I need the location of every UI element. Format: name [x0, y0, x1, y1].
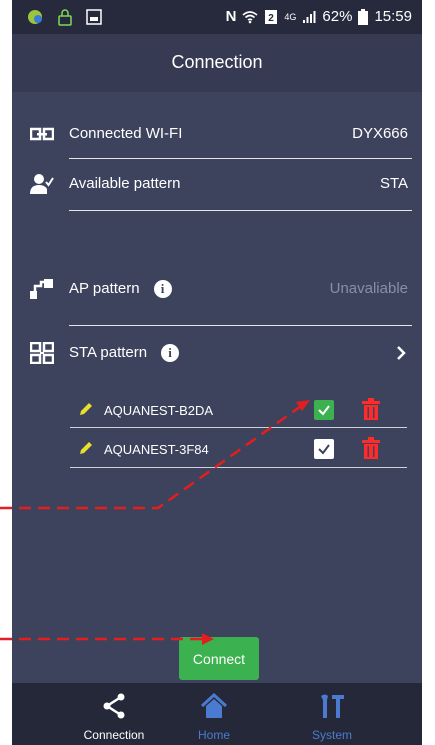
status-bar: N 2 4G 62% 15:59 — [12, 0, 422, 34]
connected-wifi-label: Connected WI-FI — [69, 125, 183, 142]
home-icon — [200, 693, 228, 718]
nav-item-system[interactable]: System — [277, 683, 387, 745]
wifi-list-item[interactable]: AQUANEST-3F84 — [78, 431, 408, 467]
nav-label-home: Home — [197, 728, 230, 742]
divider — [69, 210, 412, 211]
divider — [70, 467, 407, 468]
lock-icon — [58, 9, 72, 26]
page-title: Connection — [171, 52, 263, 72]
app-header: Connection — [12, 34, 422, 92]
network-type: 4G — [284, 11, 297, 22]
image-icon — [86, 9, 102, 25]
phone-screen: N 2 4G 62% 15:59 Connection Connected WI… — [12, 0, 422, 745]
delete-trash-icon[interactable] — [362, 437, 380, 459]
connected-wifi-value: DYX666 — [352, 125, 408, 142]
wifi-list-item[interactable]: AQUANEST-B2DA — [78, 392, 408, 428]
tools-icon — [321, 694, 344, 718]
sta-info-icon[interactable]: i — [161, 344, 180, 363]
ap-pattern-value: Unavaliable — [329, 280, 408, 297]
clock: 15:59 — [374, 8, 412, 25]
available-pattern-value: STA — [379, 175, 408, 192]
bottom-nav: Connection Home System — [12, 683, 422, 745]
sta-pattern-row[interactable]: STA pattern i — [12, 330, 422, 376]
share-icon — [103, 693, 125, 719]
ap-pattern-text: AP pattern — [69, 280, 140, 297]
available-pattern-label: Available pattern — [69, 175, 181, 192]
wifi-select-checkbox[interactable] — [314, 400, 334, 420]
svg-text:2: 2 — [269, 13, 275, 24]
nav-item-connection[interactable]: Connection — [59, 683, 169, 745]
ap-pattern-row: AP pattern i Unavaliable — [12, 266, 422, 312]
wifi-select-checkbox[interactable] — [314, 439, 334, 459]
link-icon — [30, 127, 54, 141]
connect-button[interactable]: Connect — [179, 637, 259, 680]
signal-icon — [303, 10, 316, 23]
sta-pattern-icon — [30, 342, 54, 364]
divider — [69, 325, 412, 326]
nav-item-home[interactable]: Home — [159, 683, 269, 745]
battery-icon — [358, 8, 369, 25]
delete-trash-icon[interactable] — [362, 398, 380, 420]
edit-pencil-icon[interactable] — [78, 440, 94, 456]
chevron-right-icon[interactable] — [396, 346, 406, 360]
battery-percent: 62% — [322, 8, 353, 25]
ap-pattern-icon — [30, 279, 53, 299]
nav-label-connection: Connection — [83, 728, 145, 742]
available-pattern-row: Available pattern STA — [12, 161, 422, 207]
ap-pattern-label: AP pattern i — [69, 280, 172, 299]
nav-label-system: System — [311, 728, 352, 742]
app-notification-icon — [28, 10, 42, 24]
divider — [70, 427, 407, 428]
user-check-icon — [30, 174, 54, 194]
wifi-status-icon — [242, 10, 258, 23]
sta-pattern-text: STA pattern — [69, 344, 148, 361]
sim-icon: 2 — [265, 9, 278, 24]
edit-pencil-icon[interactable] — [78, 401, 94, 417]
ap-info-icon[interactable]: i — [153, 280, 172, 299]
check-icon — [318, 444, 330, 455]
check-icon — [318, 405, 330, 416]
connected-wifi-row: Connected WI-FI DYX666 — [12, 111, 422, 157]
wifi-name: AQUANEST-3F84 — [104, 442, 209, 457]
divider — [69, 158, 412, 159]
nfc-icon: N — [225, 8, 237, 25]
wifi-name: AQUANEST-B2DA — [104, 403, 214, 418]
sta-pattern-label: STA pattern i — [69, 344, 180, 363]
